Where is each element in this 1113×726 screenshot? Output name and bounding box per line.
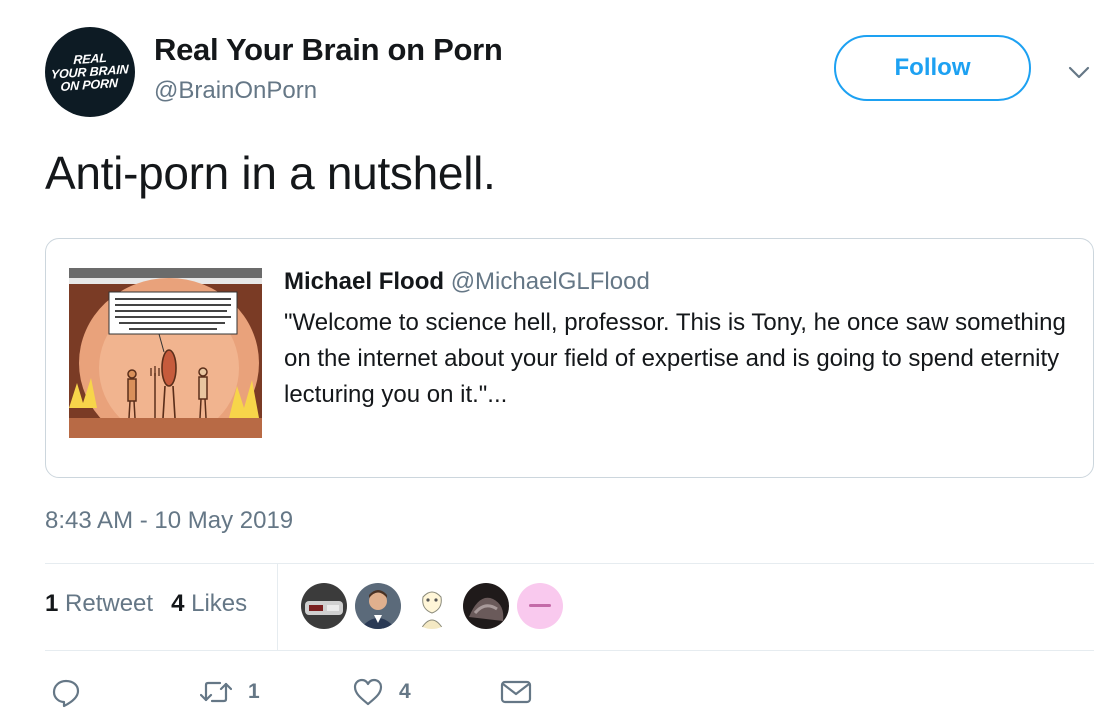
reply-button[interactable] bbox=[52, 678, 80, 708]
likes-stat[interactable]: 4 Likes bbox=[171, 590, 247, 617]
retweet-count: 1 bbox=[248, 680, 260, 703]
tweet-text: Anti-porn in a nutshell. bbox=[45, 147, 496, 199]
avatar-logo-text: REAL YOUR BRAIN ON PORN bbox=[50, 50, 130, 94]
author-display-name[interactable]: Real Your Brain on Porn bbox=[154, 32, 503, 68]
liker-avatar-3[interactable] bbox=[409, 583, 455, 629]
quoted-tweet-author[interactable]: Michael Flood @MichaelGLFlood bbox=[284, 268, 650, 296]
quoted-author-name: Michael Flood bbox=[284, 268, 445, 295]
likes-count: 4 bbox=[171, 590, 185, 617]
tweet-stats: 1 Retweet 4 Likes bbox=[45, 590, 247, 618]
heart-icon bbox=[353, 678, 383, 706]
liker-avatar-1[interactable] bbox=[301, 583, 347, 629]
retweets-stat[interactable]: 1 Retweet bbox=[45, 590, 153, 617]
liker-avatar-4[interactable] bbox=[463, 583, 509, 629]
retweet-button[interactable]: 1 bbox=[200, 678, 260, 706]
like-count: 4 bbox=[399, 680, 411, 703]
stats-divider bbox=[277, 563, 278, 650]
likes-label: Likes bbox=[191, 590, 248, 617]
quoted-author-handle: @MichaelGLFlood bbox=[450, 268, 650, 295]
retweet-icon bbox=[200, 678, 232, 706]
author-avatar[interactable]: REAL YOUR BRAIN ON PORN bbox=[45, 27, 135, 117]
author-handle[interactable]: @BrainOnPorn bbox=[154, 77, 317, 105]
tweet-timestamp[interactable]: 8:43 AM - 10 May 2019 bbox=[45, 507, 293, 535]
liker-avatar-2[interactable] bbox=[355, 583, 401, 629]
divider-bottom bbox=[45, 650, 1094, 651]
reply-icon bbox=[52, 678, 80, 708]
quoted-tweet-image[interactable] bbox=[69, 268, 262, 438]
chevron-down-icon[interactable] bbox=[1066, 62, 1092, 82]
follow-button[interactable]: Follow bbox=[834, 35, 1031, 101]
like-button[interactable]: 4 bbox=[353, 678, 411, 706]
retweets-label: Retweet bbox=[65, 590, 154, 617]
envelope-icon bbox=[500, 678, 532, 706]
quoted-tweet-text: "Welcome to science hell, professor. Thi… bbox=[284, 309, 1066, 408]
retweets-count: 1 bbox=[45, 590, 59, 617]
liker-avatar-5[interactable] bbox=[517, 583, 563, 629]
divider-top bbox=[45, 563, 1094, 564]
direct-message-button[interactable] bbox=[500, 678, 532, 706]
